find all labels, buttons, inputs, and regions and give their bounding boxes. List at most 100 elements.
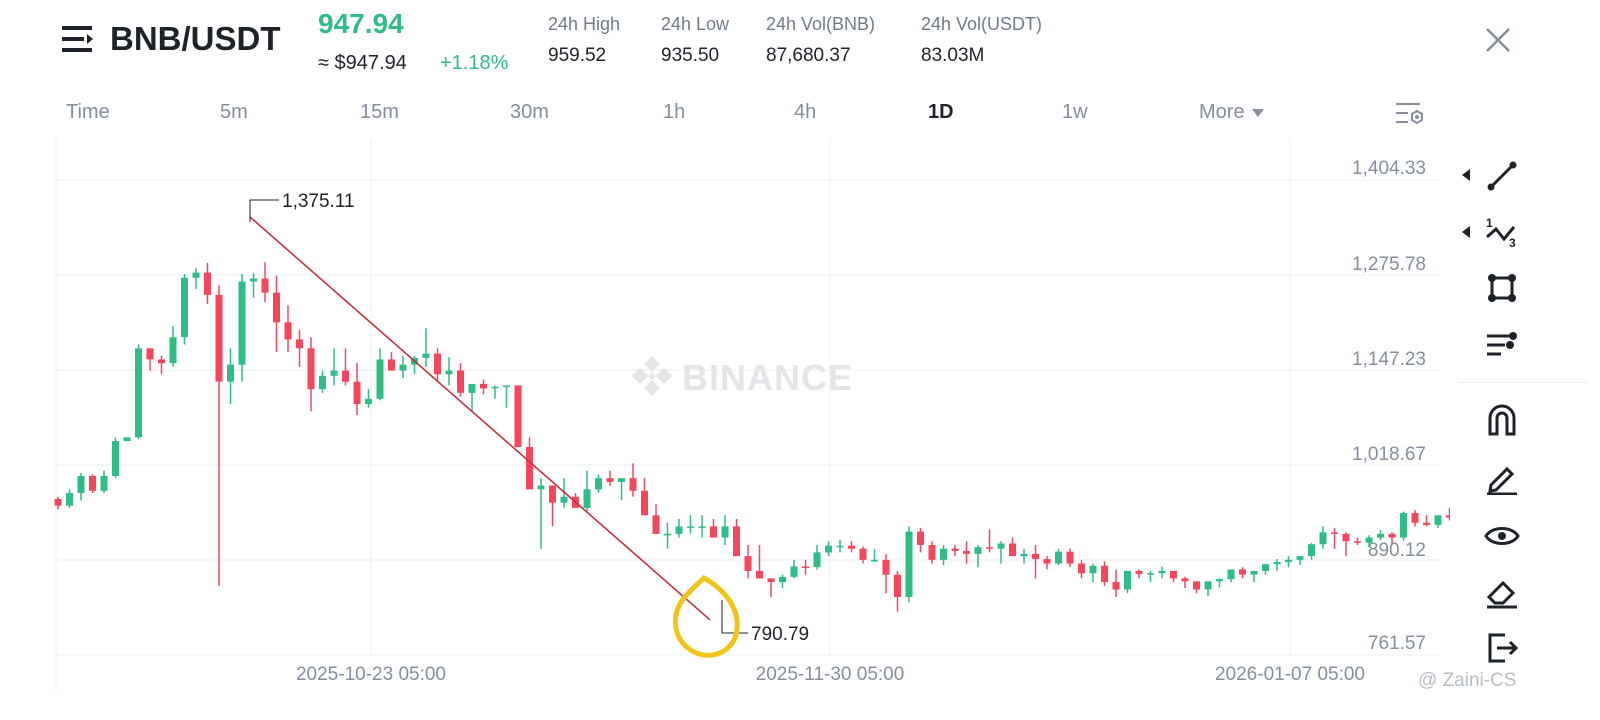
tab-1d[interactable]: 1D bbox=[928, 101, 954, 124]
candle-body bbox=[1020, 553, 1028, 557]
eraser-icon[interactable] bbox=[1482, 572, 1522, 612]
stat-24h-vol-usdt-value: 83.03M bbox=[921, 45, 985, 66]
tab-time[interactable]: Time bbox=[66, 101, 110, 124]
y-axis: 1,404.33 1,275.78 1,147.23 1,018.67 890.… bbox=[1352, 158, 1426, 654]
candle-body bbox=[77, 475, 85, 494]
candle-body bbox=[549, 485, 556, 503]
candle-body bbox=[606, 478, 614, 482]
price-chart[interactable]: BINANCE 1,375.11 790.79 1,404.33 1,275.7… bbox=[0, 138, 1450, 698]
candle-body bbox=[1055, 551, 1062, 564]
candle-body bbox=[1193, 581, 1200, 590]
usd-price: ≈ $947.94 bbox=[318, 52, 407, 74]
y-tick-label: 890.12 bbox=[1368, 540, 1426, 561]
candle-body bbox=[1388, 533, 1396, 538]
close-icon[interactable] bbox=[1484, 26, 1512, 54]
candle-body bbox=[1342, 533, 1350, 542]
stat-24h-low-value: 935.50 bbox=[661, 45, 720, 66]
candle-body bbox=[89, 475, 96, 491]
stat-24h-low-label: 24h Low bbox=[661, 14, 730, 34]
candle-body bbox=[480, 383, 487, 389]
candle-body bbox=[376, 359, 384, 399]
candle-body bbox=[342, 370, 349, 382]
candle-body bbox=[1400, 513, 1407, 538]
candle-body bbox=[526, 447, 533, 490]
tab-30m[interactable]: 30m bbox=[510, 101, 549, 124]
candle-body bbox=[537, 485, 545, 490]
candle-body bbox=[434, 353, 441, 375]
line-tool-icon[interactable] bbox=[1482, 156, 1522, 196]
candle-body bbox=[284, 322, 292, 340]
candle-body bbox=[1296, 556, 1304, 560]
candle-body bbox=[583, 489, 591, 508]
candle-body bbox=[54, 498, 62, 506]
more-label: More bbox=[1199, 101, 1245, 123]
candle-body bbox=[595, 478, 602, 490]
caret-down-icon bbox=[1251, 101, 1265, 124]
x-tick-label: 2025-11-30 05:00 bbox=[756, 664, 905, 685]
tab-1h[interactable]: 1h bbox=[663, 101, 685, 124]
candle-body bbox=[250, 278, 257, 282]
candle-body bbox=[1170, 570, 1177, 579]
chart-settings-icon[interactable] bbox=[1394, 99, 1426, 129]
more-dropdown[interactable]: More bbox=[1199, 101, 1265, 124]
candle-body bbox=[1158, 570, 1166, 574]
tab-15m[interactable]: 15m bbox=[360, 101, 399, 124]
candle-body bbox=[905, 531, 913, 597]
candle-body bbox=[698, 526, 706, 528]
candle-body bbox=[514, 385, 522, 448]
candle-body bbox=[986, 547, 993, 549]
candle-body bbox=[296, 339, 303, 349]
candle-body bbox=[422, 353, 430, 358]
tab-5m[interactable]: 5m bbox=[220, 101, 248, 124]
pair-title[interactable]: BNB/USDT bbox=[110, 20, 281, 58]
candle-body bbox=[894, 574, 901, 597]
candle-body bbox=[158, 359, 165, 364]
candle-body bbox=[767, 578, 775, 583]
candle-body bbox=[687, 526, 694, 528]
candle-body bbox=[1216, 579, 1223, 582]
tab-4h[interactable]: 4h bbox=[794, 101, 816, 124]
candle-body bbox=[928, 544, 936, 560]
candle-body bbox=[836, 545, 844, 548]
candle-body bbox=[1319, 532, 1327, 545]
pencil-icon[interactable] bbox=[1482, 458, 1522, 498]
exit-icon[interactable] bbox=[1482, 628, 1522, 668]
svg-text:3: 3 bbox=[1509, 236, 1516, 249]
text-tool-icon[interactable] bbox=[1482, 324, 1522, 364]
candle-body bbox=[66, 493, 73, 506]
candle-body bbox=[215, 294, 223, 382]
candle-body bbox=[802, 566, 809, 569]
svg-text:1: 1 bbox=[1486, 216, 1493, 230]
x-axis: 2025-10-23 05:00 2025-11-30 05:00 2026-0… bbox=[296, 664, 1365, 685]
candle-body bbox=[744, 556, 752, 571]
low-label: 790.79 bbox=[751, 624, 809, 645]
candle-body bbox=[1411, 513, 1419, 523]
stat-24h-vol-usdt-label: 24h Vol(USDT) bbox=[921, 14, 1043, 34]
x-tick-label: 2026-01-07 05:00 bbox=[1215, 664, 1365, 685]
shape-tool-icon[interactable] bbox=[1482, 268, 1522, 308]
menu-icon[interactable] bbox=[62, 24, 96, 54]
candle-body bbox=[1112, 582, 1120, 590]
expand-arrow-icon[interactable] bbox=[1460, 225, 1472, 239]
candle-body bbox=[848, 545, 855, 549]
fib-tool-icon[interactable]: 13 bbox=[1482, 212, 1522, 252]
y-tick-label: 761.57 bbox=[1368, 633, 1426, 654]
tab-1w[interactable]: 1w bbox=[1062, 101, 1088, 124]
toolbar-divider bbox=[1458, 382, 1588, 383]
candle-body bbox=[940, 548, 947, 560]
eye-icon[interactable] bbox=[1482, 516, 1522, 556]
candle-body bbox=[779, 576, 786, 583]
candle-body bbox=[1285, 559, 1292, 563]
stat-24h-high-value: 959.52 bbox=[548, 45, 607, 66]
candle-body bbox=[1204, 581, 1212, 590]
candle-body bbox=[1124, 570, 1131, 590]
candle-body bbox=[664, 533, 671, 536]
candle-body bbox=[261, 278, 269, 293]
expand-arrow-icon[interactable] bbox=[1460, 168, 1472, 182]
candle-body bbox=[273, 292, 280, 323]
candle-body bbox=[951, 548, 959, 551]
magnet-icon[interactable] bbox=[1482, 400, 1522, 440]
y-tick-label: 1,404.33 bbox=[1352, 158, 1426, 179]
candle-body bbox=[192, 272, 200, 278]
y-tick-label: 1,018.67 bbox=[1352, 444, 1426, 465]
